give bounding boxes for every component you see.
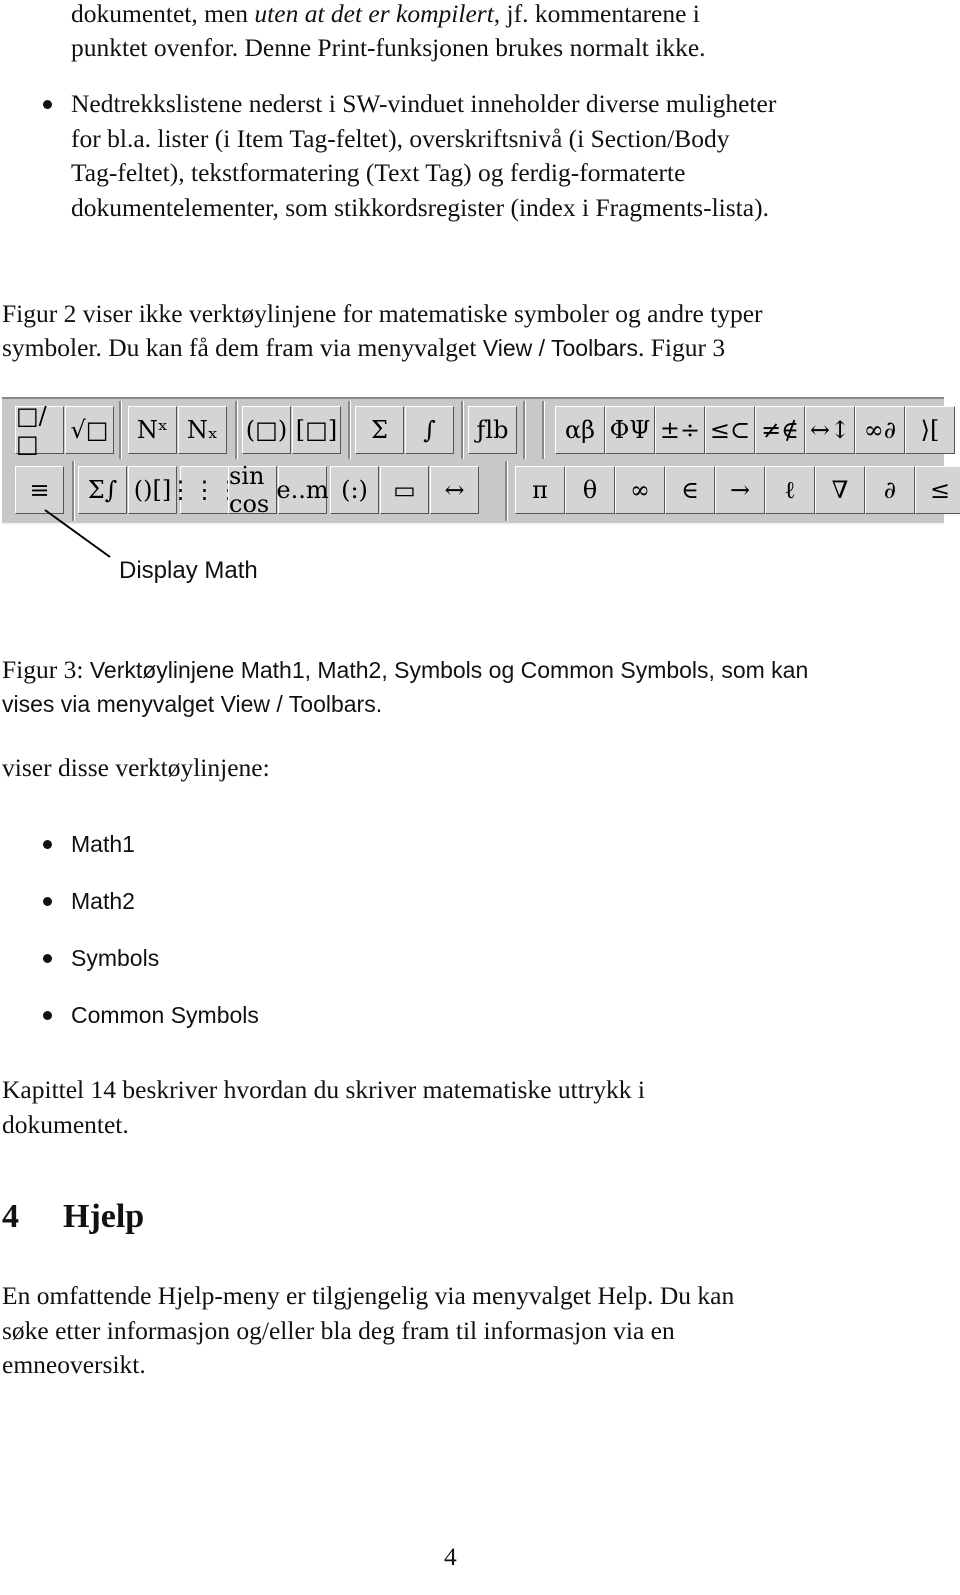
section-number: 4 — [2, 1198, 19, 1235]
caption-label: Figur 3: — [2, 655, 90, 684]
list-item: Symbols — [71, 945, 160, 971]
text-line: Kapittel 14 beskriver hvordan du skriver… — [2, 1075, 646, 1104]
caption-text: Verktøylinjene Math1, Math2, Symbols og … — [89, 657, 809, 683]
bullet-dot — [43, 897, 52, 906]
text-line: søke etter informasjon og/eller bla deg … — [2, 1315, 675, 1345]
bullet-dot — [43, 840, 52, 849]
text-line: for bl.a. lister (i Item Tag-feltet), ov… — [71, 123, 730, 153]
text-segment: dokumentet, men — [71, 0, 255, 28]
list-item: Math2 — [71, 888, 135, 914]
text-line: dokumentelementer, som stikkordsregister… — [71, 192, 769, 222]
text-line: Tag-feltet), tekstformatering (Text Tag)… — [71, 158, 686, 187]
document-page: Figur 2 viser ikke verktøylinjene for ma… — [0, 0, 960, 1595]
callout-display-math: Display Math — [119, 557, 258, 584]
text-segment: , jf. kommentarene i — [493, 0, 700, 28]
figure-caption-line1: Figur 3: Verktøylinjene Math1, Math2, Sy… — [2, 655, 808, 685]
text-line: punktet ovenfor. Denne Print-funksjonen … — [71, 33, 706, 63]
text-line: emneoversikt. — [2, 1350, 146, 1379]
text-line: dokumentet. — [2, 1109, 129, 1139]
list-item: Math1 — [71, 831, 135, 857]
figure-caption-line2: vises via menyvalget View / Toolbars. — [2, 691, 383, 717]
bullet-dot — [43, 954, 52, 963]
text-line: En omfattende Hjelp-meny er tilgjengelig… — [2, 1281, 735, 1310]
section-title: Hjelp — [63, 1198, 145, 1235]
paragraph-list-intro: viser disse verktøylinjene: — [2, 753, 270, 782]
text-segment: uten at det er kompilert — [254, 0, 494, 28]
text-line: dokumentet, men uten at det er kompilert… — [71, 0, 700, 29]
list-item: Common Symbols — [71, 1002, 259, 1028]
text-segment: punktet ovenfor. Denne Print-funksjonen … — [71, 33, 706, 62]
bullet-dot — [43, 1011, 52, 1020]
text-line: Nedtrekkslistene nederst i SW-vinduet in… — [71, 89, 777, 118]
page-number: 4 — [444, 1542, 457, 1571]
